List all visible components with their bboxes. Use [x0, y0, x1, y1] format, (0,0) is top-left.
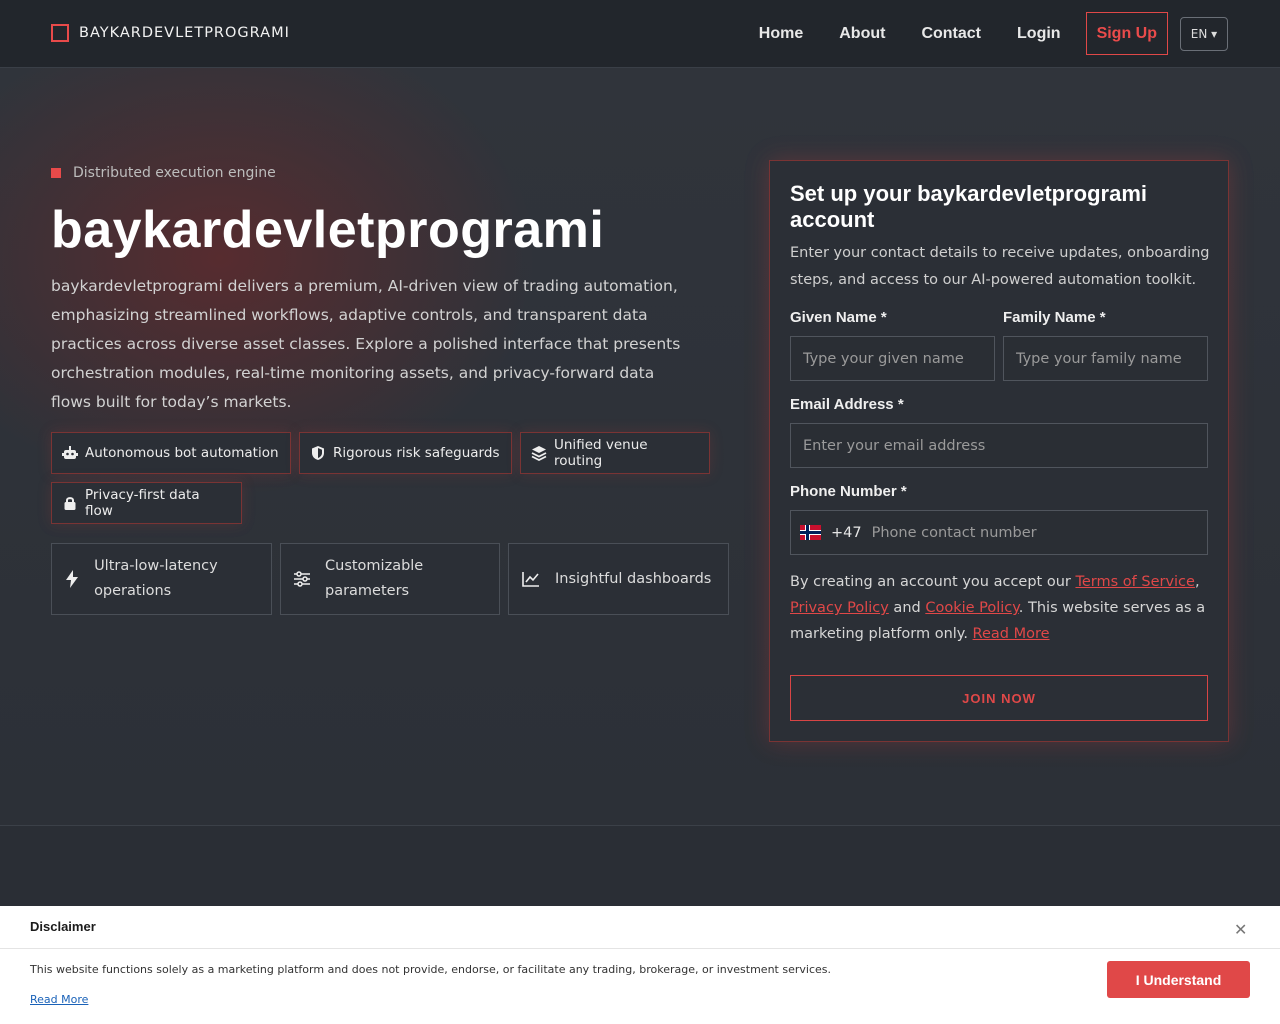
- signup-button[interactable]: Sign Up: [1085, 12, 1168, 55]
- understand-button[interactable]: I Understand: [1107, 961, 1250, 998]
- eyebrow-square-icon: [51, 168, 61, 178]
- feature-label: Insightful dashboards: [555, 570, 712, 587]
- signup-form-card: Set up your baykardevletprogrami account…: [769, 160, 1229, 742]
- pill-venue-routing: Unified venue routing: [520, 432, 710, 474]
- terms-text: By creating an account you accept our Te…: [790, 569, 1210, 647]
- join-now-button[interactable]: JOIN NOW: [790, 675, 1208, 721]
- privacy-policy-link[interactable]: Privacy Policy: [790, 600, 889, 616]
- terms-prefix: By creating an account you accept our: [790, 574, 1076, 590]
- eyebrow: Distributed execution engine: [51, 165, 276, 181]
- hero-description: baykardevletprogrami delivers a premium,…: [51, 277, 681, 411]
- pill-label: Privacy-first data flow: [85, 487, 200, 519]
- feature-dashboards: Insightful dashboards: [508, 543, 729, 615]
- language-selector[interactable]: EN ▾: [1180, 16, 1228, 51]
- disclaimer-read-more-link[interactable]: Read More: [30, 993, 88, 1006]
- feature-label: Customizable parameters: [325, 558, 424, 599]
- feature-label: Ultra-low-latency operations: [94, 558, 218, 599]
- terms-comma: ,: [1194, 574, 1200, 590]
- eyebrow-text: Distributed execution engine: [73, 165, 276, 181]
- phone-input[interactable]: [871, 511, 1207, 554]
- nav-login-link[interactable]: Login: [1017, 25, 1061, 43]
- phone-label: Phone Number *: [790, 483, 907, 500]
- top-navigation-bar: BAYKARDEVLETPROGRAMI Home About Contact …: [0, 0, 1280, 68]
- phone-field: +47: [790, 510, 1208, 555]
- disclaimer-banner: Disclaimer ✕ This website functions sole…: [0, 906, 1280, 1024]
- brand-logo[interactable]: BAYKARDEVLETPROGRAMI: [51, 24, 290, 42]
- hero-title: baykardevletprogrami: [51, 201, 605, 259]
- feature-low-latency: Ultra-low-latency operations: [51, 543, 272, 615]
- pill-label: Unified venue routing: [554, 437, 648, 469]
- terms-and: and: [888, 600, 926, 616]
- layers-icon: [531, 445, 547, 461]
- nav-about-link[interactable]: About: [839, 25, 885, 43]
- disclaimer-title: Disclaimer: [30, 919, 96, 934]
- read-more-link[interactable]: Read More: [973, 626, 1050, 642]
- pill-bot-automation: Autonomous bot automation: [51, 432, 291, 474]
- given-name-input[interactable]: [790, 336, 995, 381]
- cookie-policy-link[interactable]: Cookie Policy: [925, 600, 1018, 616]
- feature-customizable: Customizable parameters: [280, 543, 500, 615]
- robot-icon: [62, 445, 78, 461]
- bolt-icon: [64, 570, 80, 588]
- family-name-input[interactable]: [1003, 336, 1208, 381]
- form-subtitle: Enter your contact details to receive up…: [790, 245, 1210, 288]
- disclaimer-text: This website functions solely as a marke…: [30, 963, 831, 976]
- terms-of-service-link[interactable]: Terms of Service: [1075, 574, 1194, 590]
- disclaimer-header: Disclaimer ✕: [0, 906, 1280, 949]
- pill-label: Rigorous risk safeguards: [333, 445, 500, 461]
- main-nav: Home About Contact Login Sign Up EN ▾: [759, 12, 1228, 55]
- pill-privacy-flow: Privacy-first data flow: [51, 482, 242, 524]
- dial-code: +47: [831, 524, 862, 541]
- chart-line-icon: [521, 571, 541, 587]
- close-icon[interactable]: ✕: [1234, 920, 1247, 939]
- family-name-label: Family Name *: [1003, 309, 1106, 326]
- norway-flag-icon[interactable]: [800, 525, 821, 540]
- hero-section: Distributed execution engine baykardevle…: [0, 68, 1280, 826]
- pill-risk-safeguards: Rigorous risk safeguards: [299, 432, 512, 474]
- email-label: Email Address *: [790, 396, 904, 413]
- pill-label: Autonomous bot automation: [85, 445, 279, 461]
- shield-icon: [310, 445, 326, 461]
- form-title: Set up your baykardevletprogrami account: [790, 181, 1147, 232]
- email-input[interactable]: [790, 423, 1208, 468]
- sliders-icon: [293, 570, 311, 588]
- given-name-label: Given Name *: [790, 309, 887, 326]
- nav-home-link[interactable]: Home: [759, 25, 803, 43]
- brand-name: BAYKARDEVLETPROGRAMI: [79, 25, 290, 41]
- lock-icon: [62, 495, 78, 511]
- brand-mark-icon: [51, 24, 69, 42]
- nav-contact-link[interactable]: Contact: [921, 25, 981, 43]
